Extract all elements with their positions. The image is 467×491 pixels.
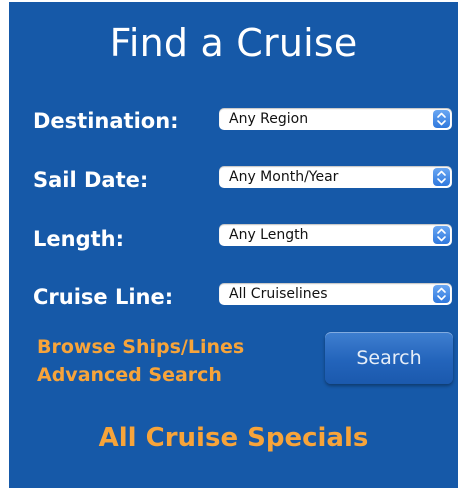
search-button[interactable]: Search: [325, 332, 453, 384]
chevron-up-down-icon: [433, 168, 450, 186]
length-label: Length:: [33, 227, 124, 251]
length-select-value: Any Length: [229, 227, 309, 243]
destination-label: Destination:: [33, 109, 179, 133]
browse-ships-lines-link[interactable]: Browse Ships/Lines: [37, 335, 244, 359]
sail-date-label: Sail Date:: [33, 168, 149, 192]
chevron-up-down-icon: [433, 226, 450, 244]
advanced-search-link[interactable]: Advanced Search: [37, 363, 222, 387]
chevron-up-down-icon: [433, 285, 450, 303]
page-title: Find a Cruise: [109, 21, 358, 65]
all-cruise-specials-link[interactable]: All Cruise Specials: [9, 422, 458, 454]
destination-select[interactable]: Any Region: [219, 108, 452, 130]
length-select[interactable]: Any Length: [219, 224, 452, 246]
cruise-line-label: Cruise Line:: [33, 285, 174, 309]
find-cruise-panel: Find a Cruise Destination: Any Region Sa…: [9, 2, 458, 488]
cruise-line-select[interactable]: All Cruiselines: [219, 283, 452, 305]
sail-date-select[interactable]: Any Month/Year: [219, 166, 452, 188]
destination-select-value: Any Region: [229, 111, 309, 127]
sail-date-select-value: Any Month/Year: [229, 169, 339, 185]
cruise-line-select-value: All Cruiselines: [229, 286, 328, 302]
chevron-up-down-icon: [433, 110, 450, 128]
